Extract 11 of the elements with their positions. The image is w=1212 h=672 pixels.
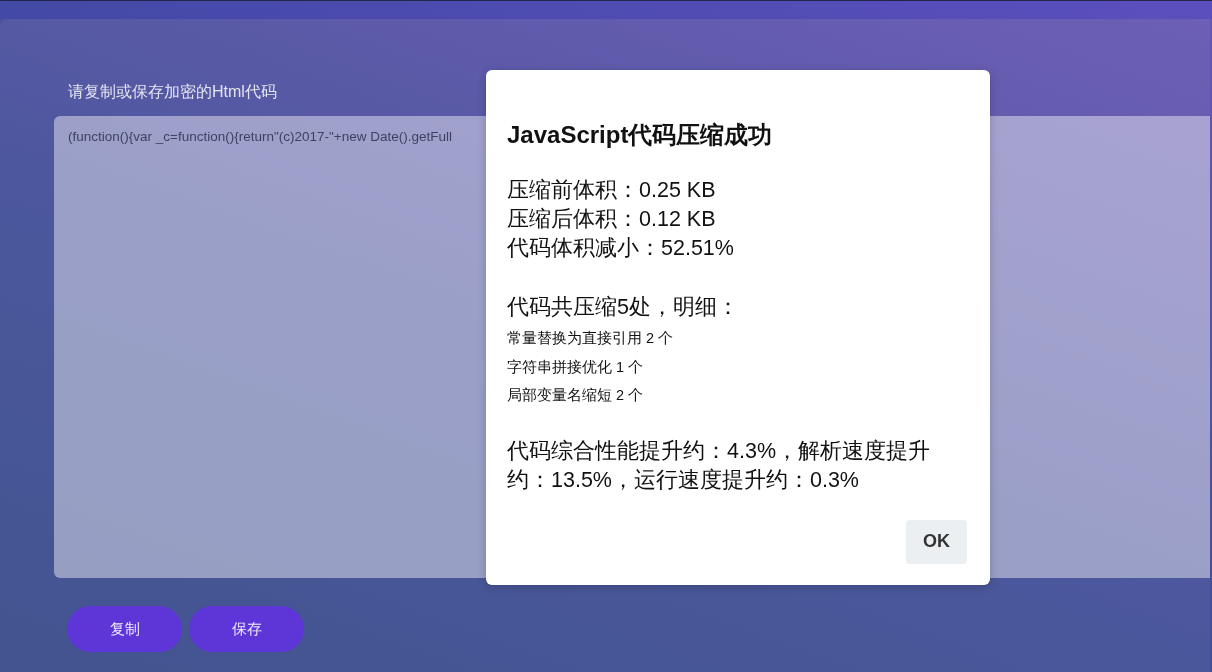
- dialog-title: JavaScript代码压缩成功: [507, 120, 773, 150]
- detail-line: 常量替换为直接引用 2 个: [507, 329, 674, 348]
- detail-line: 局部变量名缩短 2 个: [507, 386, 644, 405]
- detail-heading: 代码共压缩5处，明细：: [507, 294, 739, 321]
- stat-line: 代码体积减小：52.51%: [507, 235, 734, 262]
- code-text: (function(){var _c=function(){return"(c)2017-"+new Date().getFull: [68, 128, 452, 146]
- detail-line: 字符串拼接优化 1 个: [507, 357, 644, 377]
- stat-line: 压缩后体积：0.12 KB: [507, 206, 716, 233]
- performance-summary: 代码综合性能提升约：4.3%，解析速度提升约：13.5%，运行速度提升约：0.3%: [507, 437, 931, 494]
- stat-line: 压缩前体积：0.25 KB: [507, 177, 716, 204]
- section-heading: 请复制或保存加密的Html代码: [68, 82, 277, 102]
